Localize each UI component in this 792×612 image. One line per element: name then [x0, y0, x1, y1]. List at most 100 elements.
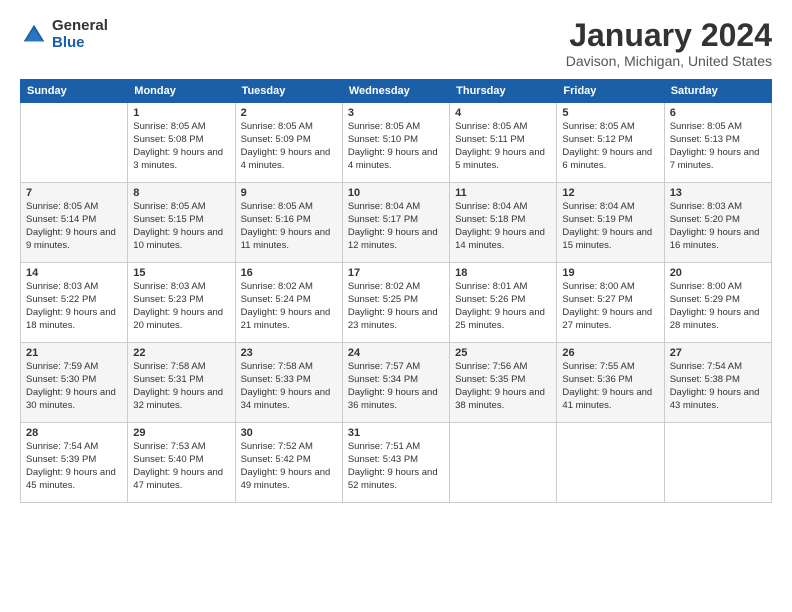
calendar-title: January 2024 — [566, 18, 772, 53]
cell-week0-day5: 5Sunrise: 8:05 AMSunset: 5:12 PMDaylight… — [557, 103, 664, 183]
day-number: 20 — [670, 267, 766, 279]
cell-week1-day3: 10Sunrise: 8:04 AMSunset: 5:17 PMDayligh… — [342, 183, 449, 263]
day-info: Sunrise: 8:04 AMSunset: 5:18 PMDaylight:… — [455, 201, 545, 250]
day-info: Sunrise: 7:51 AMSunset: 5:43 PMDaylight:… — [348, 441, 438, 490]
day-number: 29 — [133, 427, 229, 439]
cell-week3-day3: 24 Sunrise: 7:57 AMSunset: 5:34 PMDayligh… — [342, 343, 449, 423]
day-number: 7 — [26, 187, 122, 199]
day-info: Sunrise: 8:05 AMSunset: 5:11 PMDaylight:… — [455, 121, 545, 170]
calendar-table: Sunday Monday Tuesday Wednesday Thursday… — [20, 79, 772, 503]
day-number: 19 — [562, 267, 658, 279]
cell-week0-day0 — [21, 103, 128, 183]
header-row: Sunday Monday Tuesday Wednesday Thursday… — [21, 80, 772, 103]
cell-week3-day6: 27 Sunrise: 7:54 AMSunset: 5:38 PMDayligh… — [664, 343, 771, 423]
day-number: 25 — [455, 347, 551, 359]
day-info: Sunrise: 7:54 AMSunset: 5:39 PMDaylight:… — [26, 441, 116, 490]
col-saturday: Saturday — [664, 80, 771, 103]
day-number: 28 — [26, 427, 122, 439]
title-block: January 2024 Davison, Michigan, United S… — [566, 18, 772, 69]
day-info: Sunrise: 8:05 AMSunset: 5:16 PMDaylight:… — [241, 201, 331, 250]
logo-icon — [20, 21, 48, 49]
col-wednesday: Wednesday — [342, 80, 449, 103]
cell-week4-day5 — [557, 423, 664, 503]
day-info: Sunrise: 8:03 AMSunset: 5:20 PMDaylight:… — [670, 201, 760, 250]
day-info: Sunrise: 7:59 AMSunset: 5:30 PMDaylight:… — [26, 361, 116, 410]
week-row-3: 21 Sunrise: 7:59 AMSunset: 5:30 PMDayligh… — [21, 343, 772, 423]
day-info: Sunrise: 8:03 AMSunset: 5:23 PMDaylight:… — [133, 281, 223, 330]
day-info: Sunrise: 8:05 AMSunset: 5:10 PMDaylight:… — [348, 121, 438, 170]
week-row-2: 14 Sunrise: 8:03 AMSunset: 5:22 PMDayligh… — [21, 263, 772, 343]
day-number: 1 — [133, 107, 229, 119]
cell-week4-day6 — [664, 423, 771, 503]
day-number: 21 — [26, 347, 122, 359]
day-number: 14 — [26, 267, 122, 279]
cell-week3-day4: 25 Sunrise: 7:56 AMSunset: 5:35 PMDayligh… — [450, 343, 557, 423]
cell-week4-day3: 31 Sunrise: 7:51 AMSunset: 5:43 PMDayligh… — [342, 423, 449, 503]
calendar-body: 1 Sunrise: 8:05 AMSunset: 5:08 PMDaylight… — [21, 103, 772, 503]
cell-week2-day4: 18Sunrise: 8:01 AMSunset: 5:26 PMDayligh… — [450, 263, 557, 343]
day-number: 3 — [348, 107, 444, 119]
cell-week3-day0: 21 Sunrise: 7:59 AMSunset: 5:30 PMDayligh… — [21, 343, 128, 423]
day-number: 27 — [670, 347, 766, 359]
cell-week4-day1: 29 Sunrise: 7:53 AMSunset: 5:40 PMDayligh… — [128, 423, 235, 503]
day-number: 8 — [133, 187, 229, 199]
day-number: 10 — [348, 187, 444, 199]
day-info: Sunrise: 8:05 AMSunset: 5:14 PMDaylight:… — [26, 201, 116, 250]
day-number: 9 — [241, 187, 337, 199]
day-number: 31 — [348, 427, 444, 439]
day-info: Sunrise: 8:05 AMSunset: 5:09 PMDaylight:… — [241, 121, 331, 170]
week-row-1: 7 Sunrise: 8:05 AMSunset: 5:14 PMDaylight… — [21, 183, 772, 263]
cell-week1-day4: 11Sunrise: 8:04 AMSunset: 5:18 PMDayligh… — [450, 183, 557, 263]
day-info: Sunrise: 8:04 AMSunset: 5:19 PMDaylight:… — [562, 201, 652, 250]
logo-text: General Blue — [52, 18, 108, 51]
cell-week0-day3: 3 Sunrise: 8:05 AMSunset: 5:10 PMDaylight… — [342, 103, 449, 183]
cell-week0-day2: 2 Sunrise: 8:05 AMSunset: 5:09 PMDaylight… — [235, 103, 342, 183]
day-number: 17 — [348, 267, 444, 279]
day-number: 22 — [133, 347, 229, 359]
day-info: Sunrise: 7:56 AMSunset: 5:35 PMDaylight:… — [455, 361, 545, 410]
day-info: Sunrise: 7:54 AMSunset: 5:38 PMDaylight:… — [670, 361, 760, 410]
logo-general-text: General — [52, 18, 108, 35]
calendar-location: Davison, Michigan, United States — [566, 53, 772, 69]
day-info: Sunrise: 7:58 AMSunset: 5:31 PMDaylight:… — [133, 361, 223, 410]
cell-week1-day6: 13 Sunrise: 8:03 AMSunset: 5:20 PMDayligh… — [664, 183, 771, 263]
cell-week4-day2: 30Sunrise: 7:52 AMSunset: 5:42 PMDayligh… — [235, 423, 342, 503]
week-row-4: 28 Sunrise: 7:54 AMSunset: 5:39 PMDayligh… — [21, 423, 772, 503]
day-number: 18 — [455, 267, 551, 279]
logo: General Blue — [20, 18, 108, 51]
cell-week3-day5: 26Sunrise: 7:55 AMSunset: 5:36 PMDayligh… — [557, 343, 664, 423]
day-number: 5 — [562, 107, 658, 119]
week-row-0: 1 Sunrise: 8:05 AMSunset: 5:08 PMDaylight… — [21, 103, 772, 183]
day-number: 4 — [455, 107, 551, 119]
day-info: Sunrise: 8:02 AMSunset: 5:24 PMDaylight:… — [241, 281, 331, 330]
day-number: 6 — [670, 107, 766, 119]
day-info: Sunrise: 8:05 AMSunset: 5:15 PMDaylight:… — [133, 201, 223, 250]
cell-week3-day2: 23 Sunrise: 7:58 AMSunset: 5:33 PMDayligh… — [235, 343, 342, 423]
cell-week0-day1: 1 Sunrise: 8:05 AMSunset: 5:08 PMDaylight… — [128, 103, 235, 183]
logo-blue-text: Blue — [52, 35, 108, 52]
cell-week3-day1: 22 Sunrise: 7:58 AMSunset: 5:31 PMDayligh… — [128, 343, 235, 423]
cell-week1-day5: 12 Sunrise: 8:04 AMSunset: 5:19 PMDayligh… — [557, 183, 664, 263]
cell-week1-day1: 8 Sunrise: 8:05 AMSunset: 5:15 PMDaylight… — [128, 183, 235, 263]
day-number: 13 — [670, 187, 766, 199]
day-info: Sunrise: 7:58 AMSunset: 5:33 PMDaylight:… — [241, 361, 331, 410]
day-number: 24 — [348, 347, 444, 359]
day-info: Sunrise: 8:00 AMSunset: 5:29 PMDaylight:… — [670, 281, 760, 330]
day-info: Sunrise: 8:05 AMSunset: 5:08 PMDaylight:… — [133, 121, 223, 170]
day-info: Sunrise: 7:57 AMSunset: 5:34 PMDaylight:… — [348, 361, 438, 410]
cell-week1-day0: 7 Sunrise: 8:05 AMSunset: 5:14 PMDaylight… — [21, 183, 128, 263]
cell-week2-day2: 16 Sunrise: 8:02 AMSunset: 5:24 PMDayligh… — [235, 263, 342, 343]
col-sunday: Sunday — [21, 80, 128, 103]
day-info: Sunrise: 8:03 AMSunset: 5:22 PMDaylight:… — [26, 281, 116, 330]
page: General Blue January 2024 Davison, Michi… — [0, 0, 792, 612]
day-info: Sunrise: 7:53 AMSunset: 5:40 PMDaylight:… — [133, 441, 223, 490]
day-number: 23 — [241, 347, 337, 359]
day-number: 16 — [241, 267, 337, 279]
col-friday: Friday — [557, 80, 664, 103]
cell-week1-day2: 9 Sunrise: 8:05 AMSunset: 5:16 PMDaylight… — [235, 183, 342, 263]
day-number: 2 — [241, 107, 337, 119]
cell-week0-day4: 4 Sunrise: 8:05 AMSunset: 5:11 PMDaylight… — [450, 103, 557, 183]
cell-week2-day3: 17Sunrise: 8:02 AMSunset: 5:25 PMDayligh… — [342, 263, 449, 343]
day-number: 15 — [133, 267, 229, 279]
day-number: 12 — [562, 187, 658, 199]
